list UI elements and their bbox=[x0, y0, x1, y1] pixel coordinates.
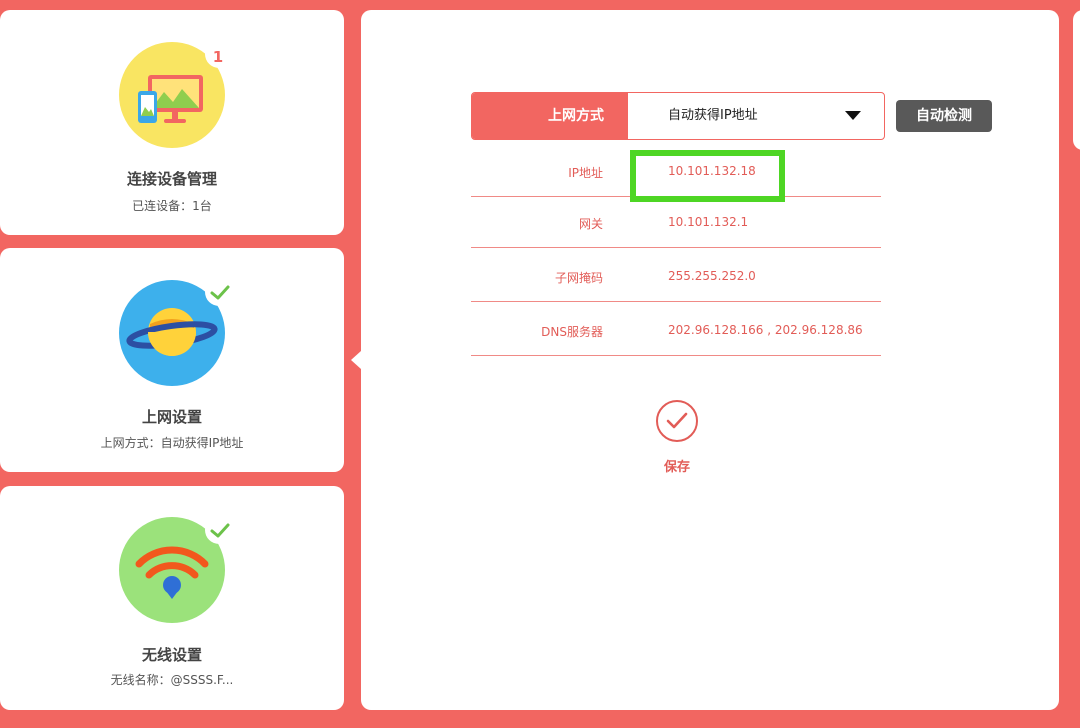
card-title: 上网设置 bbox=[141, 408, 202, 426]
connection-mode-label: 上网方式 bbox=[472, 93, 628, 139]
connection-mode-value: 自动获得IP地址 bbox=[668, 108, 758, 123]
gateway-value: 10.101.132.1 bbox=[668, 215, 749, 229]
card-title: 无线设置 bbox=[141, 646, 202, 664]
card-device-management[interactable]: 1 连接设备管理 已连设备：1台 bbox=[0, 10, 344, 235]
subnet-mask-label: 子网掩码 bbox=[554, 271, 603, 285]
check-icon bbox=[210, 523, 230, 538]
gateway-row: 网关 10.101.132.1 bbox=[471, 201, 881, 248]
dns-server-value: 202.96.128.166 , 202.96.128.86 bbox=[668, 323, 863, 337]
card-wireless-settings[interactable]: 无线设置 无线名称：@SSSS.F... bbox=[0, 486, 344, 710]
card-title: 连接设备管理 bbox=[126, 170, 217, 188]
device-count-badge: 1 bbox=[212, 48, 224, 66]
card-subtitle: 上网方式：自动获得IP地址 bbox=[100, 436, 244, 450]
internet-settings-panel: 上网方式 自动获得IP地址 自动检测 IP地址 10.101.132.18 网关… bbox=[361, 10, 1059, 710]
ip-address-label: IP地址 bbox=[568, 166, 603, 180]
active-card-pointer bbox=[351, 351, 361, 369]
card-subtitle: 已连设备：1台 bbox=[132, 199, 212, 213]
ip-highlight-box bbox=[630, 150, 785, 202]
save-button[interactable] bbox=[656, 400, 698, 442]
dns-server-label: DNS服务器 bbox=[541, 325, 603, 339]
check-icon bbox=[666, 412, 688, 429]
auto-detect-button[interactable]: 自动检测 bbox=[896, 100, 992, 132]
next-panel-edge bbox=[1073, 10, 1080, 150]
check-icon bbox=[210, 285, 230, 300]
connection-mode-row: 上网方式 自动获得IP地址 bbox=[471, 92, 885, 140]
subnet-mask-value: 255.255.252.0 bbox=[668, 269, 756, 283]
dropdown-arrow-icon bbox=[845, 111, 861, 120]
router-settings-page: 1 连接设备管理 已连设备：1台 上网设置 上网方式：自动获得IP地址 无线设置… bbox=[0, 0, 1080, 728]
subnet-mask-row: 子网掩码 255.255.252.0 bbox=[471, 255, 881, 302]
gateway-label: 网关 bbox=[578, 217, 603, 231]
save-label[interactable]: 保存 bbox=[639, 456, 715, 475]
dns-server-row: DNS服务器 202.96.128.166 , 202.96.128.86 bbox=[471, 309, 881, 356]
card-subtitle: 无线名称：@SSSS.F... bbox=[110, 673, 234, 687]
connection-mode-select[interactable]: 自动获得IP地址 bbox=[628, 93, 884, 139]
card-internet-settings[interactable]: 上网设置 上网方式：自动获得IP地址 bbox=[0, 248, 344, 472]
